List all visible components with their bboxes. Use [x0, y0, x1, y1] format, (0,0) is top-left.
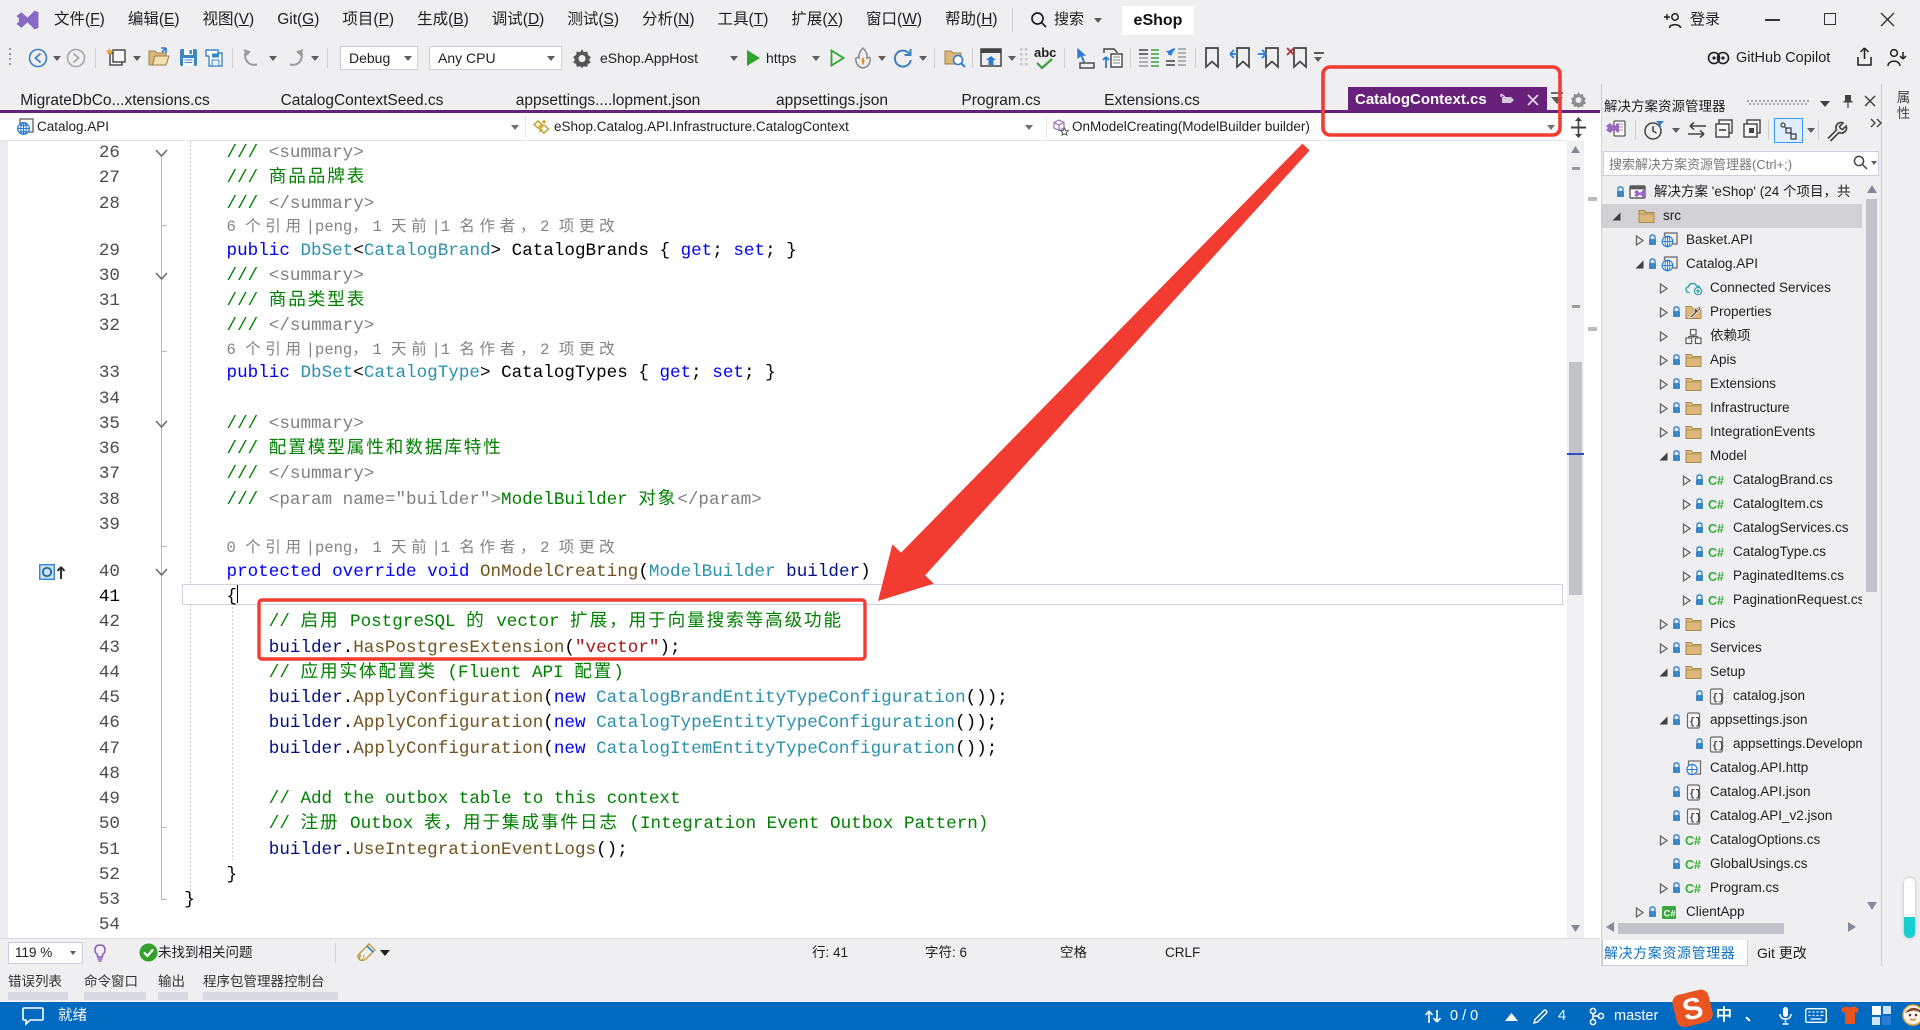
svg-text:{}: {} — [1689, 812, 1701, 824]
svg-text:C#: C# — [1708, 594, 1724, 608]
svg-text:C#: C# — [1664, 908, 1677, 919]
svg-text:C#: C# — [1708, 570, 1724, 584]
svg-text:C#: C# — [1708, 522, 1724, 536]
svg-text:C#: C# — [1685, 834, 1701, 848]
svg-text:{}: {} — [1712, 692, 1724, 704]
svg-text:C#: C# — [1685, 858, 1701, 872]
svg-text:C#: C# — [1708, 546, 1724, 560]
svg-text:C#: C# — [1685, 882, 1701, 896]
svg-text:{}: {} — [1689, 716, 1701, 728]
svg-text:{}: {} — [1689, 788, 1701, 800]
svg-text:C#: C# — [1708, 474, 1724, 488]
svg-text:C#: C# — [1708, 498, 1724, 512]
svg-text:{}: {} — [1712, 740, 1724, 752]
